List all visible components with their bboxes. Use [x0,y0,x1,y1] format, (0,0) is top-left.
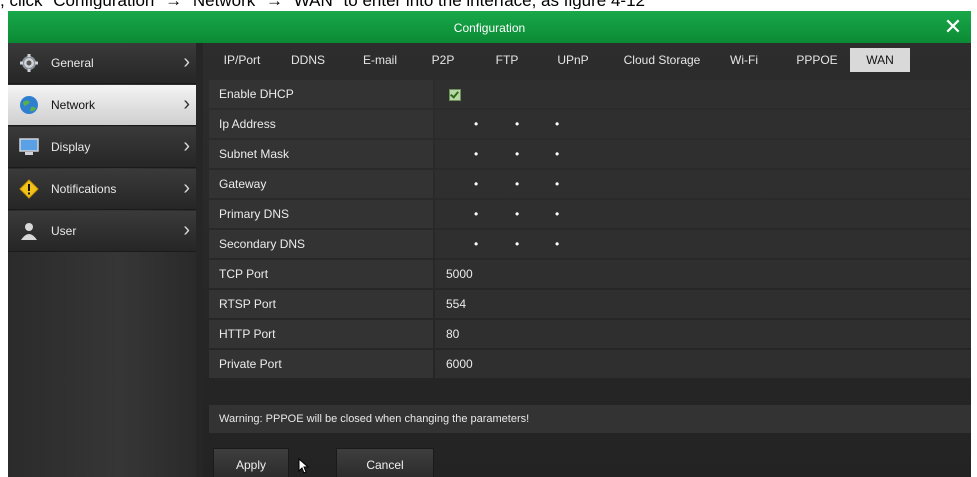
tab-email[interactable]: E-mail [357,48,403,72]
mouse-cursor-icon [298,458,310,474]
table-row: RTSP Port 554 [209,290,971,318]
warning-message: Warning: PPPOE will be closed when chang… [209,405,971,433]
cancel-button[interactable]: Cancel [336,448,434,477]
table-row: HTTP Port 80 [209,320,971,348]
user-icon [19,221,39,241]
apply-button-label: Apply [235,458,267,472]
close-button[interactable]: ✕ [941,14,965,40]
field-label: RTSP Port [209,290,433,318]
table-row: Secondary DNS • • • [209,230,971,258]
table-row: Private Port 6000 [209,350,971,378]
ip-separator: • [474,117,479,131]
secondary-dns-field[interactable]: • • • [435,230,971,258]
table-row: Gateway • • • [209,170,971,198]
document-caption: , click "Configuration" → "Network" → "W… [0,0,977,9]
sidebar-item-general[interactable]: General › [8,43,196,84]
ip-separator: • [555,147,560,161]
field-label: TCP Port [209,260,433,288]
table-row: Primary DNS • • • [209,200,971,228]
field-label: Primary DNS [209,200,433,228]
ip-separator: • [555,207,560,221]
tab-ip-port[interactable]: IP/Port [216,48,268,72]
field-label: Subnet Mask [209,140,433,168]
ip-separator: • [474,177,479,191]
tab-ddns[interactable]: DDNS [287,48,329,72]
sidebar-item-label: General [51,56,94,70]
field-label: Enable DHCP [209,80,433,108]
tab-cloud-storage[interactable]: Cloud Storage [614,48,710,72]
configuration-window: Configuration ✕ General › Network › Disp… [8,11,971,477]
rtsp-port-field[interactable]: 554 [435,290,971,318]
sidebar-item-network[interactable]: Network › [8,85,196,126]
table-row: Ip Address • • • [209,110,971,138]
ip-separator: • [515,117,520,131]
main-panel: IP/Port DDNS E-mail P2P FTP UPnP Cloud S… [203,43,971,477]
apply-button[interactable]: Apply [213,448,310,477]
settings-table: Enable DHCP Ip Address • • • Subnet Mask… [209,80,971,380]
warning-icon [19,179,39,199]
chevron-right-icon: › [183,51,190,73]
ip-separator: • [555,177,560,191]
ip-separator: • [515,237,520,251]
ip-separator: • [474,207,479,221]
tab-wifi[interactable]: Wi-Fi [724,48,764,72]
chevron-right-icon: › [183,93,190,115]
sidebar-item-label: Notifications [51,182,117,196]
ip-address-field[interactable]: • • • [435,110,971,138]
http-port-field[interactable]: 80 [435,320,971,348]
sidebar-item-label: User [51,224,77,238]
table-row: Subnet Mask • • • [209,140,971,168]
gear-icon [19,53,39,73]
tab-upnp[interactable]: UPnP [553,48,593,72]
tab-pppoe[interactable]: PPPOE [789,48,845,72]
ip-separator: • [555,117,560,131]
sidebar-item-label: Network [51,98,96,112]
tab-ftp[interactable]: FTP [490,48,524,72]
window-title: Configuration [453,21,526,35]
ip-separator: • [515,177,520,191]
ip-separator: • [474,147,479,161]
field-label: Private Port [209,350,433,378]
field-label: Ip Address [209,110,433,138]
close-icon: ✕ [943,14,963,39]
enable-dhcp-cell [435,80,971,108]
sidebar-item-label: Display [51,140,91,154]
chevron-right-icon: › [183,135,190,157]
chevron-right-icon: › [183,177,190,199]
ip-separator: • [474,237,479,251]
subnet-mask-field[interactable]: • • • [435,140,971,168]
monitor-icon [19,137,39,157]
tab-bar: IP/Port DDNS E-mail P2P FTP UPnP Cloud S… [203,48,971,76]
tcp-port-field[interactable]: 5000 [435,260,971,288]
private-port-field[interactable]: 6000 [435,350,971,378]
globe-icon [19,95,39,115]
tab-wan[interactable]: WAN [850,48,910,72]
field-label: HTTP Port [209,320,433,348]
gateway-field[interactable]: • • • [435,170,971,198]
table-row: Enable DHCP [209,80,971,108]
sidebar-item-display[interactable]: Display › [8,127,196,168]
field-label: Gateway [209,170,433,198]
ip-separator: • [515,207,520,221]
sidebar: General › Network › Display › Notificati… [8,43,196,477]
field-label: Secondary DNS [209,230,433,258]
ip-separator: • [555,237,560,251]
sidebar-item-notifications[interactable]: Notifications › [8,169,196,210]
chevron-right-icon: › [183,219,190,241]
tab-p2p[interactable]: P2P [426,48,460,72]
primary-dns-field[interactable]: • • • [435,200,971,228]
enable-dhcp-checkbox[interactable] [449,89,461,101]
window-titlebar: Configuration ✕ [8,11,971,43]
table-row: TCP Port 5000 [209,260,971,288]
sidebar-item-user[interactable]: User › [8,211,196,252]
ip-separator: • [515,147,520,161]
